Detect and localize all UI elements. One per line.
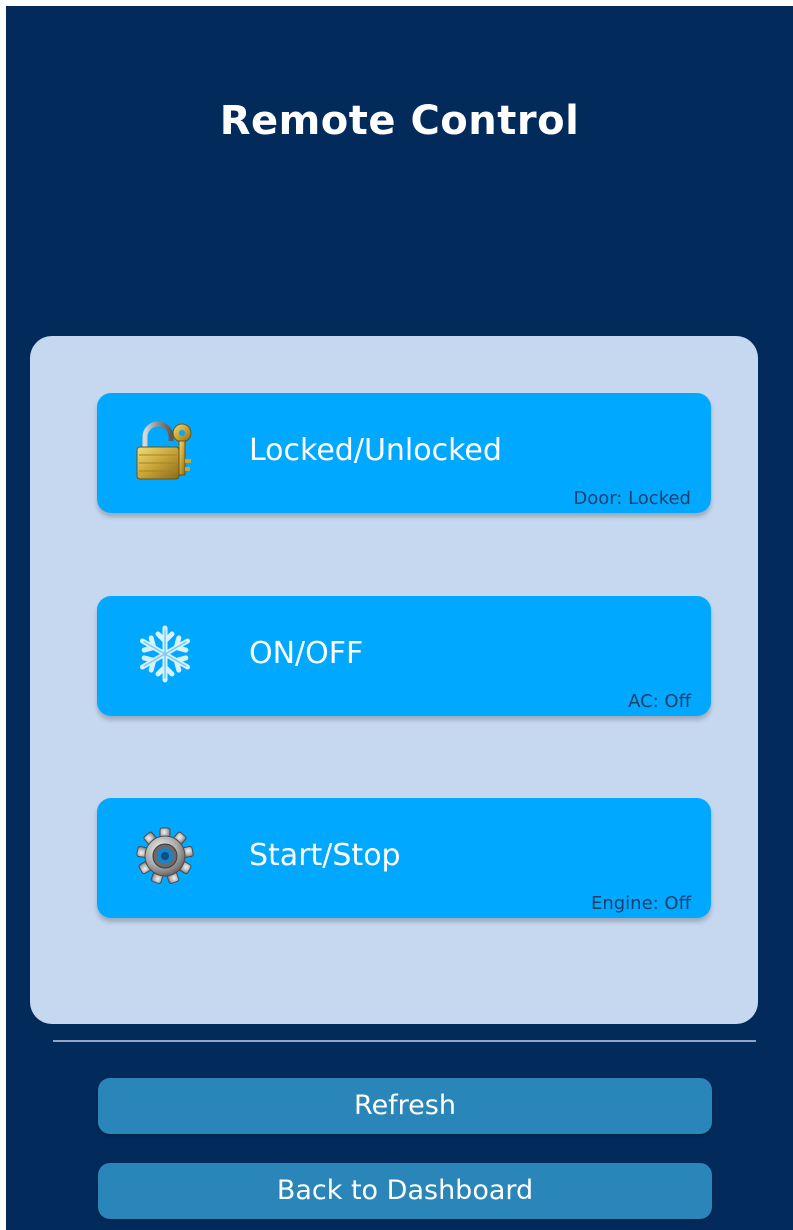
back-to-dashboard-button[interactable]: Back to Dashboard [98, 1163, 712, 1219]
ac-toggle-button[interactable]: ON/OFF AC: Off [97, 596, 711, 716]
refresh-button[interactable]: Refresh [98, 1078, 712, 1134]
lock-control-label: Locked/Unlocked [249, 433, 502, 468]
remote-control-screen: Remote Control Locked/Unlocked Door: Loc… [6, 6, 793, 1230]
lock-toggle-button[interactable]: Locked/Unlocked Door: Locked [97, 393, 711, 513]
controls-panel: Locked/Unlocked Door: Locked ON/OFF AC: … [30, 336, 758, 1024]
ac-control-label: ON/OFF [249, 636, 364, 671]
divider [53, 1040, 756, 1042]
page-title: Remote Control [219, 98, 580, 144]
engine-status-text: Engine: Off [590, 893, 691, 914]
engine-control-label: Start/Stop [249, 838, 401, 873]
snowflake-icon [135, 622, 195, 686]
ac-status-text: AC: Off [628, 691, 691, 712]
padlock-key-icon [135, 419, 195, 483]
door-status-text: Door: Locked [573, 488, 691, 509]
engine-toggle-button[interactable]: Start/Stop Engine: Off [97, 798, 711, 918]
gear-icon [135, 824, 195, 888]
